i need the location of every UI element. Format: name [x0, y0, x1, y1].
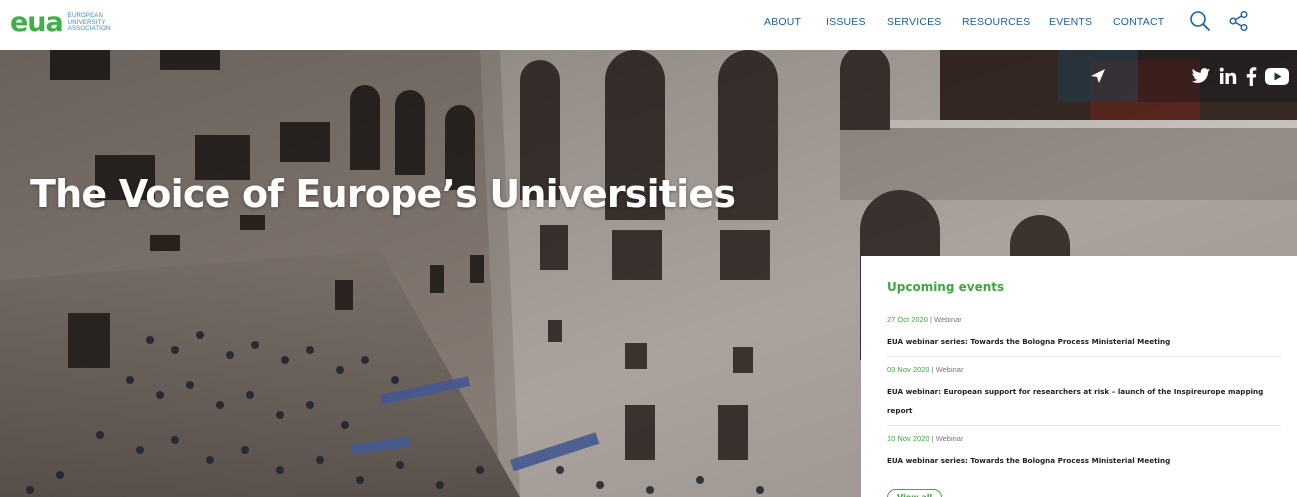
site-header: eua EUROPEAN UNIVERSITY ASSOCIATION ABOU… [0, 0, 1297, 50]
event-type: Webinar [934, 315, 962, 324]
event-date: 03 Nov 2020 [887, 365, 930, 374]
event-separator: | [931, 365, 934, 374]
logo-line: ASSOCIATION [67, 26, 111, 33]
logo-wordmark: EUROPEAN UNIVERSITY ASSOCIATION [68, 13, 111, 33]
event-item: 27 Oct 2020 | Webinar EUA webinar series… [887, 315, 1281, 357]
event-date: 27 Oct 2020 [887, 315, 928, 324]
nav-services[interactable]: SERVICES [887, 16, 942, 28]
event-type: Webinar [935, 365, 964, 374]
event-meta: 03 Nov 2020 | Webinar [887, 365, 1281, 374]
paper-plane-icon[interactable] [1058, 50, 1138, 102]
event-title-link[interactable]: EUA webinar series: Towards the Bologna … [887, 337, 1170, 346]
youtube-icon[interactable] [1265, 67, 1289, 85]
nav-events[interactable]: EVENTS [1049, 16, 1092, 28]
event-meta: 10 Nov 2020 | Webinar [887, 434, 1281, 443]
nav-contact[interactable]: CONTACT [1113, 16, 1164, 28]
facebook-icon[interactable] [1245, 66, 1257, 86]
nav-resources[interactable]: RESOURCES [962, 16, 1030, 28]
upcoming-events-panel: Upcoming events 27 Oct 2020 | Webinar EU… [861, 256, 1297, 497]
event-title-link[interactable]: EUA webinar: European support for resear… [887, 387, 1263, 415]
twitter-icon[interactable] [1191, 67, 1211, 85]
event-title-link[interactable]: EUA webinar series: Towards the Bologna … [887, 456, 1170, 465]
events-heading: Upcoming events [887, 280, 1005, 294]
eua-logo[interactable]: eua EUROPEAN UNIVERSITY ASSOCIATION [10, 8, 111, 38]
event-meta: 27 Oct 2020 | Webinar [887, 315, 1281, 324]
linkedin-icon[interactable] [1219, 67, 1237, 85]
event-type: Webinar [935, 434, 964, 443]
social-bar [1058, 50, 1297, 102]
hero-title: The Voice of Europe’s Universities [30, 172, 736, 216]
nav-about[interactable]: ABOUT [764, 16, 801, 28]
event-date: 10 Nov 2020 [887, 434, 930, 443]
nav-issues[interactable]: ISSUES [826, 16, 866, 28]
event-separator: | [931, 434, 934, 443]
event-item: 10 Nov 2020 | Webinar EUA webinar series… [887, 434, 1281, 475]
hero-section: The Voice of Europe’s Universities Upcom… [0, 50, 1297, 497]
search-icon[interactable] [1189, 10, 1211, 36]
event-item: 03 Nov 2020 | Webinar EUA webinar: Europ… [887, 365, 1281, 426]
logo-mark: eua [10, 7, 64, 38]
share-icon[interactable] [1228, 10, 1250, 36]
view-all-button[interactable]: View all [887, 489, 943, 497]
event-separator: | [929, 315, 932, 324]
social-links [1138, 50, 1297, 102]
